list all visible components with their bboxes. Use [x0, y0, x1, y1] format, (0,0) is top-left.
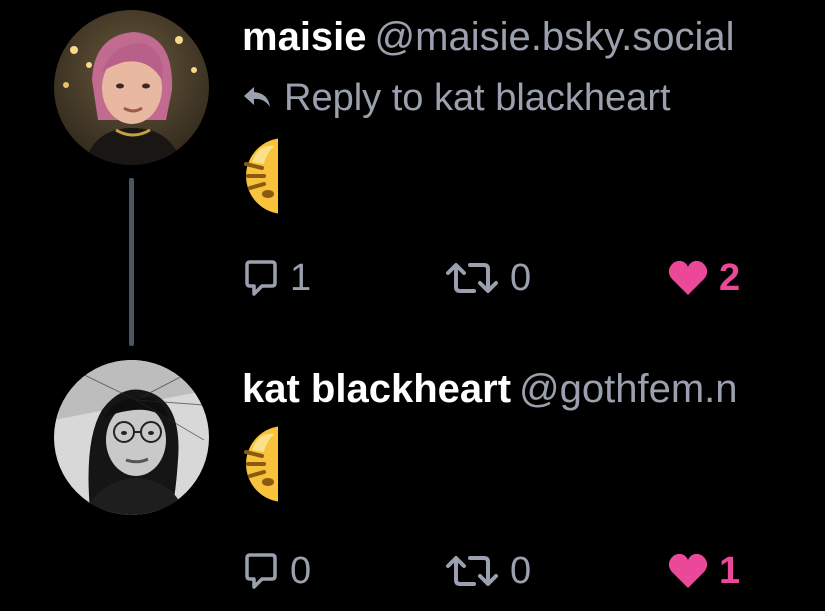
emoji-face-partial: [244, 134, 278, 218]
like-count: 1: [719, 549, 741, 592]
emoji-face-partial: [244, 422, 278, 506]
post-header: maisie @maisie.bsky.social: [242, 14, 735, 60]
handle[interactable]: @gothfem.n: [519, 367, 738, 411]
post-kat-blackheart[interactable]: kat blackheart @gothfem.n 0 0 1: [0, 350, 825, 611]
repost-icon: [446, 556, 498, 586]
comment-icon: [245, 260, 277, 296]
reply-count: 0: [290, 549, 312, 592]
display-name[interactable]: maisie: [242, 15, 367, 59]
profile-photo-grayscale: [54, 360, 209, 515]
reply-indicator[interactable]: Reply to kat blackheart: [242, 76, 671, 120]
comment-icon: [245, 553, 277, 589]
reply-arrow-icon: [244, 86, 270, 107]
heart-icon: [668, 260, 708, 295]
avatar[interactable]: [54, 360, 209, 515]
reply-button[interactable]: 1: [242, 253, 311, 303]
like-button[interactable]: 1: [667, 546, 740, 596]
like-count: 2: [719, 256, 741, 299]
repost-button[interactable]: 0: [444, 546, 531, 596]
post-header: kat blackheart @gothfem.n: [242, 366, 738, 412]
profile-photo-pink-hair: [54, 10, 209, 165]
repost-count: 0: [510, 549, 532, 592]
display-name[interactable]: kat blackheart: [242, 367, 511, 411]
avatar[interactable]: [54, 10, 209, 165]
reply-to-text: Reply to kat blackheart: [284, 77, 671, 119]
thread-connector: [129, 178, 134, 346]
heart-icon: [668, 553, 708, 588]
post-maisie[interactable]: maisie @maisie.bsky.social Reply to kat b…: [0, 0, 825, 330]
post-actions: 1 0 2: [242, 253, 802, 303]
repost-icon: [446, 263, 498, 293]
like-button[interactable]: 2: [667, 253, 740, 303]
reply-count: 1: [290, 256, 312, 299]
repost-count: 0: [510, 256, 532, 299]
handle[interactable]: @maisie.bsky.social: [375, 15, 735, 59]
post-actions: 0 0 1: [242, 546, 802, 596]
reply-button[interactable]: 0: [242, 546, 311, 596]
repost-button[interactable]: 0: [444, 253, 531, 303]
